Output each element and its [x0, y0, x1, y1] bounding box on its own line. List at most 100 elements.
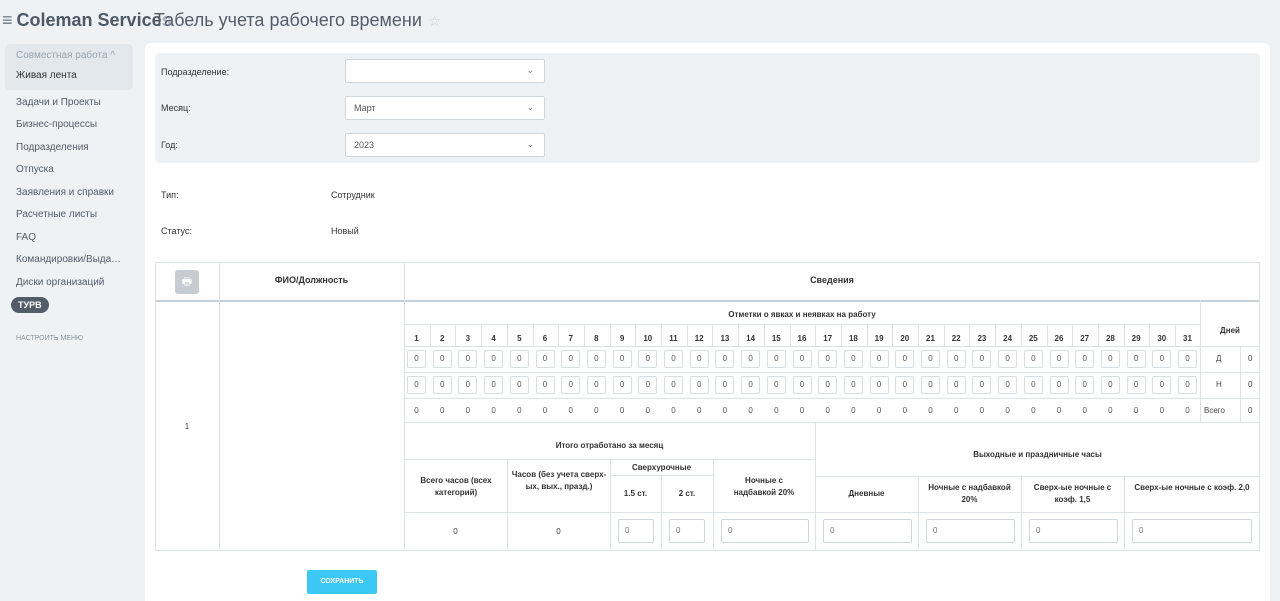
day-hours-input[interactable]: 0: [561, 350, 581, 368]
overtime-15-input[interactable]: 0: [618, 519, 654, 543]
day-hours-input[interactable]: 0: [869, 350, 889, 368]
day-hours-input[interactable]: 0: [1152, 376, 1172, 394]
day-hours-input[interactable]: 0: [535, 350, 555, 368]
day-hours-input[interactable]: 0: [664, 350, 683, 368]
day-hours-input[interactable]: 0: [638, 350, 658, 368]
day-hours-input[interactable]: 0: [407, 376, 426, 394]
day-total-cell: 0: [1023, 402, 1043, 420]
sidebar-item-requests[interactable]: Заявления и справки: [5, 182, 133, 205]
configure-menu-link[interactable]: НАСТРОИТЬ МЕНЮ: [5, 313, 133, 342]
save-button[interactable]: СОХРАНИТЬ: [307, 570, 377, 594]
day-hours-input[interactable]: 0: [1049, 350, 1069, 368]
day-hours-input[interactable]: 0: [818, 350, 838, 368]
day-hours-input[interactable]: 0: [484, 350, 504, 368]
day-hours-input[interactable]: 0: [612, 376, 632, 394]
year-select[interactable]: 2023 ⌄: [345, 133, 545, 157]
day-hours-input[interactable]: 0: [458, 350, 478, 368]
day-hours-input[interactable]: 0: [998, 350, 1018, 368]
day-number: 12: [694, 334, 704, 343]
day-hours-input[interactable]: 0: [407, 350, 426, 368]
day-total-cell: 0: [689, 402, 709, 420]
day-number: 6: [542, 334, 548, 343]
day-hours-input[interactable]: 0: [715, 376, 735, 394]
day-hours-input[interactable]: 0: [972, 376, 992, 394]
day-hours-input[interactable]: 0: [432, 350, 452, 368]
day-hours-input[interactable]: 0: [638, 376, 658, 394]
day-hours-input[interactable]: 0: [1152, 350, 1172, 368]
day-hours-input[interactable]: 0: [843, 376, 863, 394]
total-hours-value: 0: [453, 527, 458, 536]
day-hours-input[interactable]: 0: [561, 376, 581, 394]
day-hours-input[interactable]: 0: [741, 350, 761, 368]
day-hours-input[interactable]: 0: [458, 376, 478, 394]
day-hours-input[interactable]: 0: [484, 376, 504, 394]
day-hours-input[interactable]: 0: [972, 350, 992, 368]
night-input[interactable]: 0: [721, 519, 809, 543]
month-value: Март: [354, 103, 376, 113]
sidebar-item-business-processes[interactable]: Бизнес-процессы: [5, 114, 133, 137]
day-hours-input[interactable]: 0: [509, 350, 529, 368]
day-hours-input[interactable]: 0: [792, 350, 812, 368]
day-hours-input[interactable]: 0: [612, 350, 632, 368]
app-logo[interactable]: ≡ Coleman Services: [2, 10, 172, 31]
day-hours-input[interactable]: 0: [921, 350, 940, 368]
department-select[interactable]: ⌄: [345, 59, 545, 83]
sidebar-item-live-feed[interactable]: Живая лента: [5, 65, 133, 88]
day-hours-input[interactable]: 0: [586, 376, 606, 394]
day-hours-input[interactable]: 0: [1126, 376, 1146, 394]
day-hours-input[interactable]: 0: [1023, 350, 1043, 368]
day-hours-input[interactable]: 0: [1049, 376, 1069, 394]
day-number: 17: [823, 334, 833, 343]
day-hours-input[interactable]: 0: [1100, 350, 1120, 368]
day-hours-input[interactable]: 0: [1178, 350, 1197, 368]
month-select[interactable]: Март ⌄: [345, 96, 545, 120]
day-hours-input[interactable]: 0: [741, 376, 761, 394]
sidebar-group-title[interactable]: Совместная работа ^: [5, 50, 133, 65]
print-icon[interactable]: 🖶: [175, 270, 199, 294]
day-hours-input[interactable]: 0: [1178, 376, 1197, 394]
holiday-night-input[interactable]: 0: [926, 519, 1015, 543]
sidebar-item-tasks[interactable]: Задачи и Проекты: [5, 92, 133, 115]
day-hours-input[interactable]: 0: [1126, 350, 1146, 368]
sidebar-item-turv[interactable]: ТУРВ: [11, 297, 49, 313]
day-hours-input[interactable]: 0: [895, 376, 915, 394]
menu-icon[interactable]: ≡: [2, 10, 13, 30]
day-hours-input[interactable]: 0: [715, 350, 735, 368]
holiday-over-night-15-input[interactable]: 0: [1029, 519, 1118, 543]
day-hours-input[interactable]: 0: [432, 376, 452, 394]
day-hours-input[interactable]: 0: [766, 350, 786, 368]
day-hours-input[interactable]: 0: [895, 350, 915, 368]
overtime-2-input[interactable]: 0: [669, 519, 705, 543]
day-total-cell: 0: [561, 402, 581, 420]
holiday-day-input[interactable]: 0: [823, 519, 912, 543]
day-row-label: Всего: [1204, 406, 1225, 415]
day-hours-input[interactable]: 0: [689, 350, 709, 368]
chevron-down-icon: ⌄: [526, 65, 534, 75]
day-hours-input[interactable]: 0: [766, 376, 786, 394]
day-hours-input[interactable]: 0: [664, 376, 683, 394]
holiday-over-night-2-input[interactable]: 0: [1132, 519, 1252, 543]
sidebar-item-business-trips[interactable]: Командировки/Выдача п...: [5, 249, 133, 272]
day-hours-input[interactable]: 0: [535, 376, 555, 394]
day-hours-input[interactable]: 0: [818, 376, 838, 394]
day-hours-input[interactable]: 0: [869, 376, 889, 394]
sidebar-item-vacations[interactable]: Отпуска: [5, 159, 133, 182]
day-hours-input[interactable]: 0: [792, 376, 812, 394]
day-hours-input[interactable]: 0: [921, 376, 940, 394]
day-hours-input[interactable]: 0: [946, 376, 966, 394]
day-hours-input[interactable]: 0: [843, 350, 863, 368]
sidebar-item-faq[interactable]: FAQ: [5, 227, 133, 250]
sidebar-item-departments[interactable]: Подразделения: [5, 137, 133, 160]
day-hours-input[interactable]: 0: [946, 350, 966, 368]
day-hours-input[interactable]: 0: [586, 350, 606, 368]
day-hours-input[interactable]: 0: [1075, 350, 1095, 368]
day-hours-input[interactable]: 0: [1100, 376, 1120, 394]
sidebar-item-payslips[interactable]: Расчетные листы: [5, 204, 133, 227]
sidebar-item-disks[interactable]: Диски организаций: [5, 272, 133, 295]
day-hours-input[interactable]: 0: [1075, 376, 1095, 394]
day-hours-input[interactable]: 0: [509, 376, 529, 394]
day-hours-input[interactable]: 0: [998, 376, 1018, 394]
day-hours-input[interactable]: 0: [1023, 376, 1043, 394]
day-hours-input[interactable]: 0: [689, 376, 709, 394]
star-icon[interactable]: ☆: [428, 13, 441, 30]
